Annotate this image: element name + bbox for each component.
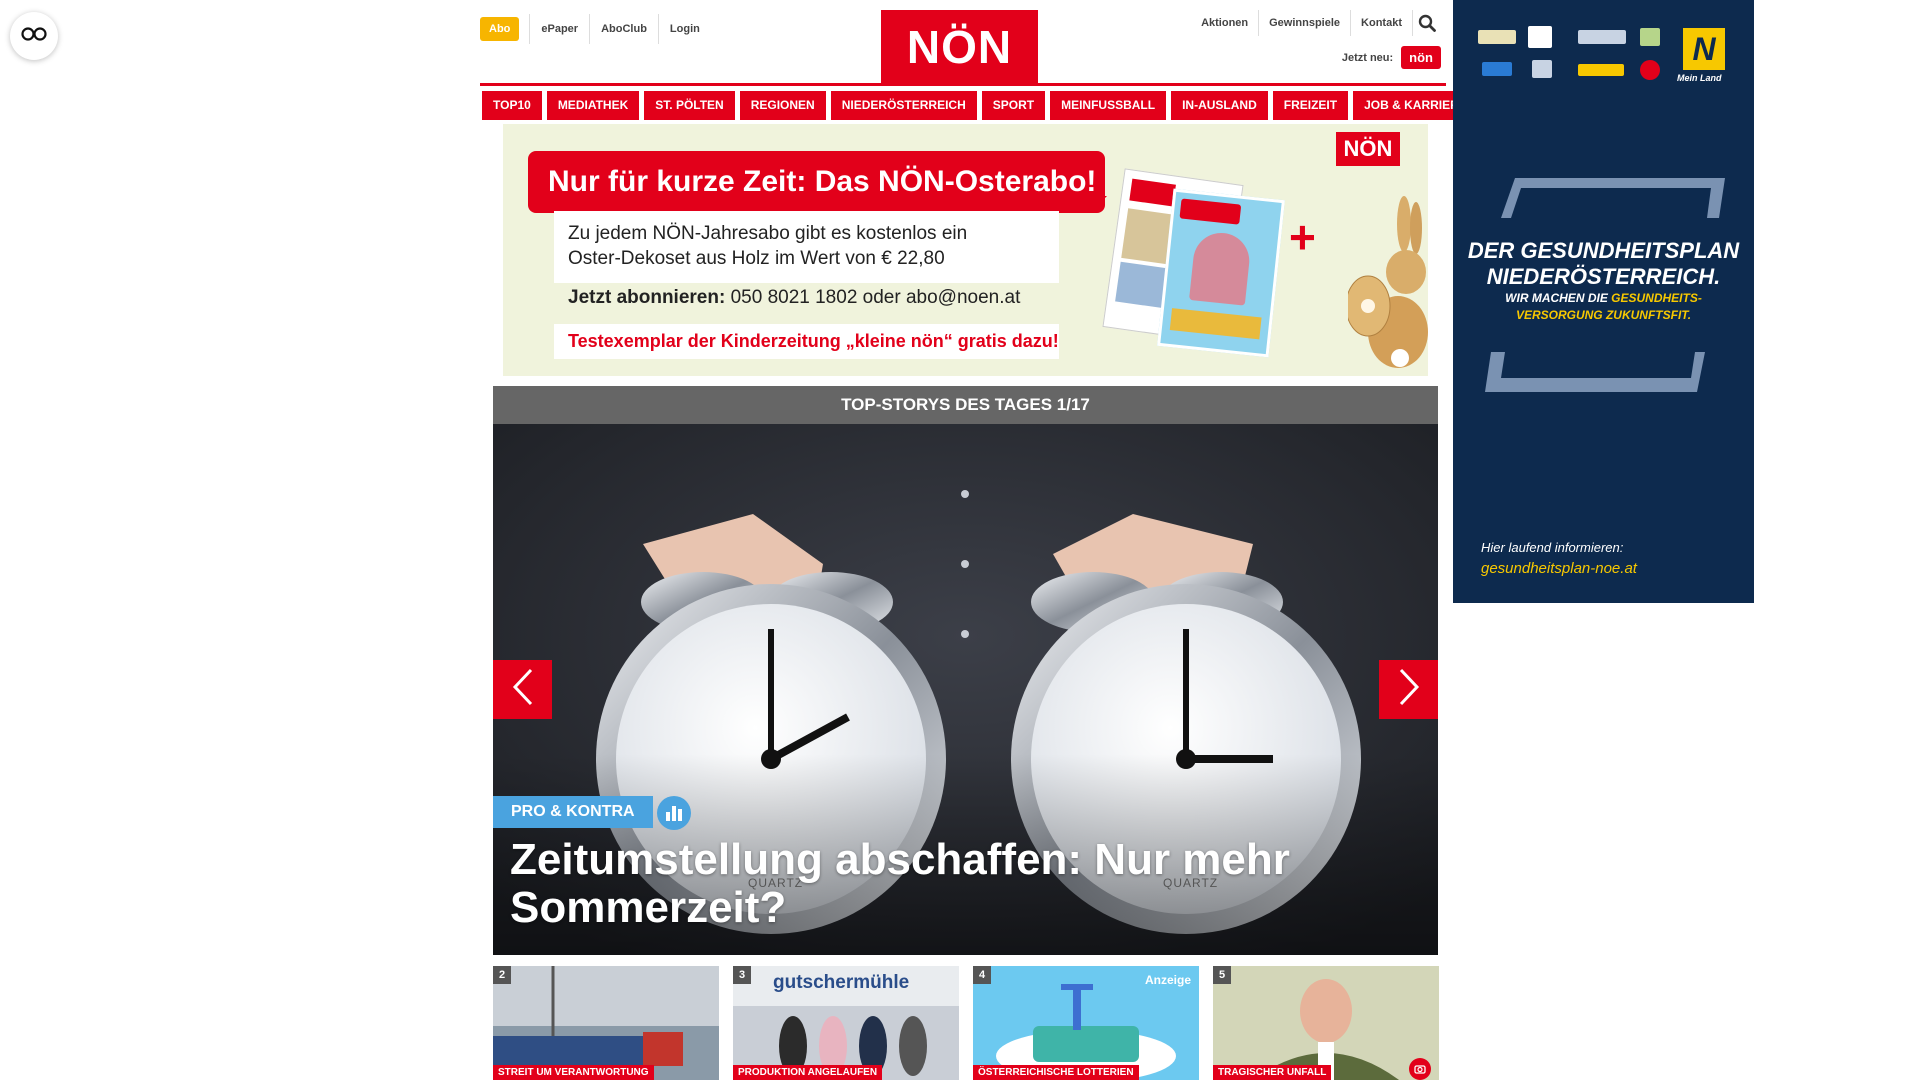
sky-sub-part-a: WIR MACHEN DIE	[1505, 291, 1612, 305]
slider-next-button[interactable]	[1379, 660, 1438, 719]
search-icon[interactable]	[1413, 10, 1441, 36]
jetzt-neu: Jetzt neu: nön	[1342, 46, 1441, 69]
partner-logos	[1478, 26, 1678, 86]
nav-item-st-poelten[interactable]: ST. PÖLTEN	[644, 91, 735, 120]
ad-headline: Nur für kurze Zeit: Das NÖN-Osterabo!	[528, 151, 1105, 213]
story-thumbnail[interactable]: gutschermühle 3 PRODUKTION ANGELAUFEN	[733, 966, 959, 1080]
thumbnail-tag: STREIT UM VERANTWORTUNG	[493, 1065, 654, 1080]
story-thumbnail[interactable]: 2 STREIT UM VERANTWORTUNG	[493, 966, 719, 1080]
thumbnail-number: 3	[733, 966, 751, 984]
ad-label: Anzeige	[1144, 973, 1191, 987]
poll-chart-icon	[657, 796, 691, 830]
mein-land-label: Mein Land	[1677, 73, 1722, 83]
sky-subheadline: WIR MACHEN DIE GESUNDHEITS- VERSORGUNG Z…	[1453, 290, 1754, 324]
header-divider	[480, 83, 1446, 86]
thumbnail-number: 4	[973, 966, 991, 984]
thumbnail-tag: PRODUKTION ANGELAUFEN	[733, 1065, 883, 1080]
nav-item-sport[interactable]: SPORT	[981, 91, 1046, 120]
noen-logo[interactable]: NÖN	[881, 10, 1038, 84]
accessibility-toggle-button[interactable]	[10, 12, 58, 60]
gewinnspiele-link[interactable]: Gewinnspiele	[1259, 10, 1352, 36]
ad-contact-text: 050 8021 1802 oder abo@noen.at	[730, 287, 1021, 308]
story-thumbnail[interactable]: 4 Anzeige ÖSTERREICHISCHE LOTTERIEN	[973, 966, 1199, 1080]
top-stories-header: TOP-STORYS DES TAGES 1/17	[493, 386, 1438, 424]
sky-headline-line1: DER GESUNDHEITSPLAN	[1467, 238, 1740, 263]
sky-headline: DER GESUNDHEITSPLAN NIEDERÖSTERREICH.	[1453, 238, 1754, 290]
abo-button[interactable]: Abo	[480, 17, 520, 41]
thumbnail-number: 2	[493, 966, 511, 984]
sky-headline-line2: NIEDERÖSTERREICH.	[1486, 264, 1721, 289]
sky-sub-line2: VERSORGUNG ZUKUNFTSFIT.	[1515, 308, 1692, 322]
kontakt-link[interactable]: Kontakt	[1351, 10, 1413, 36]
ad-body-line1: Zu jedem NÖN-Jahresabo gibt es kostenlos…	[568, 223, 968, 244]
thumbnail-number: 5	[1213, 966, 1231, 984]
jetzt-neu-label: Jetzt neu:	[1341, 51, 1394, 64]
portrait-image	[1213, 966, 1439, 1080]
nav-item-niederoesterreich[interactable]: NIEDERÖSTERREICH	[830, 91, 977, 120]
ad-contact: Jetzt abonnieren: 050 8021 1802 oder abo…	[568, 287, 1020, 309]
chevron-right-icon	[1398, 667, 1420, 712]
ad-noen-logo: NÖN	[1336, 132, 1400, 166]
nav-item-in-ausland[interactable]: IN-AUSLAND	[1171, 91, 1268, 120]
niederoesterreich-n-logo: N	[1683, 28, 1725, 70]
aktionen-link[interactable]: Aktionen	[1191, 10, 1260, 36]
kleine-noen-logo[interactable]: nön	[1401, 46, 1441, 69]
sky-url-link[interactable]: gesundheitsplan-noe.at	[1481, 560, 1637, 577]
aboclub-link[interactable]: AboClub	[589, 14, 658, 44]
nav-item-top10[interactable]: TOP10	[482, 91, 542, 120]
train-station-image	[493, 966, 719, 1080]
easter-bunny-image	[1345, 194, 1428, 369]
glasses-icon	[21, 26, 47, 46]
sky-sub-part-b: GESUNDHEITS-	[1611, 291, 1702, 305]
nav-item-regionen[interactable]: REGIONEN	[739, 91, 826, 120]
sky-info-text: Hier laufend informieren:	[1481, 540, 1624, 555]
top-right-links: Aktionen Gewinnspiele Kontakt	[1191, 10, 1441, 36]
main-nav: TOP10 MEDIATHEK ST. PÖLTEN REGIONEN NIED…	[482, 91, 1478, 120]
gutschermuehle-sign: gutschermühle	[773, 972, 910, 993]
top-story-title[interactable]: Zeitumstellung abschaffen: Nur mehr Somm…	[510, 836, 1430, 932]
ad-headline-tail	[1093, 196, 1107, 210]
nav-item-mediathek[interactable]: MEDIATHEK	[546, 91, 640, 120]
ad-body: Zu jedem NÖN-Jahresabo gibt es kostenlos…	[554, 211, 1059, 283]
top-left-links: Abo ePaper AboClub Login	[480, 14, 711, 44]
kids-newspaper-image	[1157, 188, 1285, 358]
thumbnail-tag: ÖSTERREICHISCHE LOTTERIEN	[973, 1065, 1139, 1080]
story-thumbnails: 2 STREIT UM VERANTWORTUNG gutschermühle …	[493, 966, 1439, 1080]
ad-kids-offer: Testexemplar der Kinderzeitung „kleine n…	[554, 324, 1059, 359]
gesundheitsplan-ad[interactable]: N Mein Land DER GESUNDHEITSPLAN NIEDERÖS…	[1453, 0, 1754, 603]
slider-prev-button[interactable]	[493, 660, 552, 719]
chevron-left-icon	[512, 667, 534, 712]
site-header: Abo ePaper AboClub Login NÖN Aktionen Ge…	[480, 0, 1441, 86]
ad-contact-label: Jetzt abonnieren:	[568, 287, 726, 308]
pro-kontra-badge[interactable]: PRO & KONTRA	[493, 796, 653, 828]
nav-item-meinfussball[interactable]: MEINFUSSBALL	[1050, 91, 1167, 120]
osterabo-ad-banner[interactable]: Nur für kurze Zeit: Das NÖN-Osterabo! Zu…	[503, 124, 1428, 376]
nav-item-freizeit[interactable]: FREIZEIT	[1272, 91, 1349, 120]
login-link[interactable]: Login	[657, 14, 711, 44]
ad-body-line2: Oster-Dekoset aus Holz im Wert von € 22,…	[568, 248, 945, 269]
thumbnail-tag: TRAGISCHER UNFALL	[1213, 1065, 1332, 1080]
story-thumbnail[interactable]: 5 TRAGISCHER UNFALL	[1213, 966, 1439, 1080]
plus-sign: +	[1289, 211, 1316, 263]
camera-icon	[1409, 1058, 1431, 1080]
newspaper-images	[1102, 164, 1288, 364]
epaper-link[interactable]: ePaper	[529, 14, 589, 44]
